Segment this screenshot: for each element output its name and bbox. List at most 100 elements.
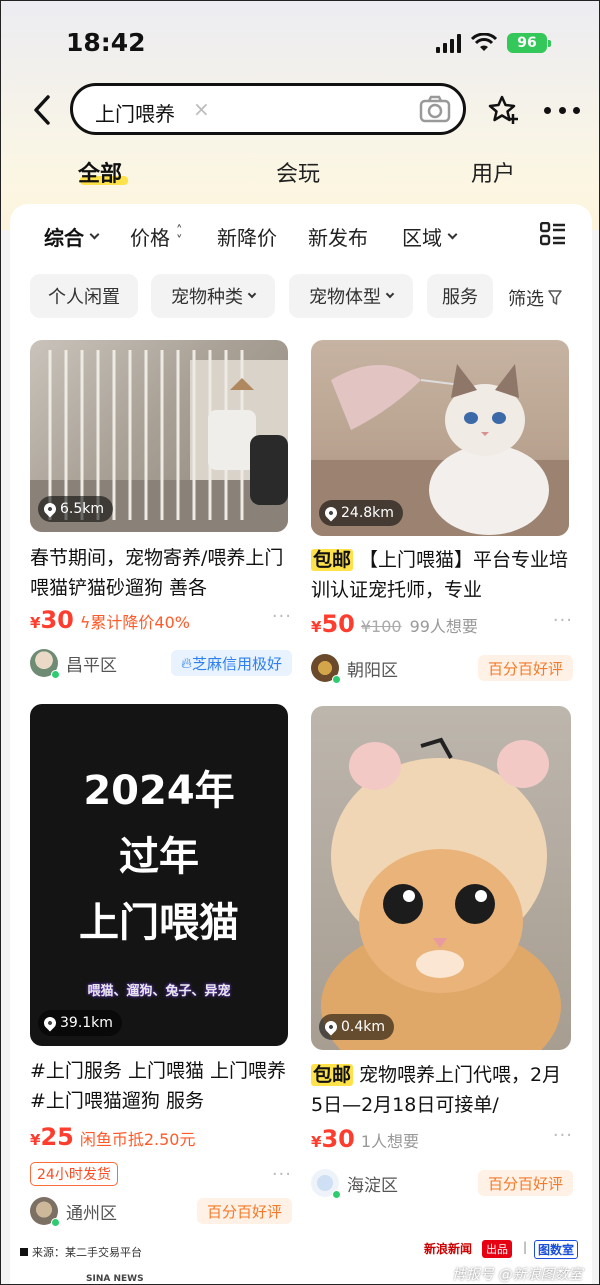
- battery-level: 96: [517, 35, 537, 51]
- favorite-add-icon[interactable]: [488, 94, 520, 126]
- sort-price[interactable]: 价格 ˄ ˅: [130, 222, 183, 251]
- listing-card[interactable]: 0.4km 包邮 宠物喂养上门代喂，2月5日—2月18日可接单/ ¥ 30 1人想…: [311, 706, 573, 1206]
- listing-card[interactable]: 6.5km 春节期间，宠物寄养/喂养上门喂猫铲猫砂遛狗 善各 ¥ 30 ϟ累计降…: [30, 340, 292, 690]
- chip-label: 宠物种类: [171, 287, 243, 308]
- poster-line-1: 2024年: [83, 768, 235, 814]
- more-icon[interactable]: ···: [272, 606, 292, 627]
- filter-button[interactable]: 筛选: [508, 285, 562, 311]
- chevron-down-icon: [247, 289, 257, 299]
- more-icon[interactable]: ···: [272, 1164, 292, 1185]
- price-row: ¥ 50 ¥100 99人想要 ···: [311, 610, 573, 640]
- tab-play[interactable]: 会玩: [276, 156, 320, 188]
- listing-photo: 0.4km: [311, 706, 571, 1050]
- listing-card[interactable]: 2024年 过年 上门喂猫 喂猫、遛狗、兔子、异宠 39.1km #上门服务 上…: [30, 704, 292, 1227]
- price-row: ¥ 30 ϟ累计降价40% ···: [30, 606, 292, 636]
- wifi-icon: [471, 33, 497, 51]
- currency-symbol: ¥: [30, 1131, 41, 1149]
- chip-pet-species[interactable]: 宠物种类: [151, 274, 275, 318]
- sort-region[interactable]: 区域: [402, 222, 458, 251]
- chip-personal-idle[interactable]: 个人闲置: [30, 274, 138, 318]
- listing-card[interactable]: 24.8km 包邮 【上门喂猫】平台专业培训认证宠托师，专业 ¥ 50 ¥100 …: [311, 340, 573, 690]
- more-options-button[interactable]: [544, 100, 580, 120]
- free-shipping-tag: 包邮: [311, 1064, 354, 1086]
- tushushi-logo: 图数室: [534, 1240, 579, 1259]
- sort-label: 综合: [44, 226, 84, 250]
- seller-row: 海淀区 百分百好评: [311, 1168, 573, 1199]
- more-icon[interactable]: ···: [553, 610, 573, 631]
- sort-label: 区域: [402, 226, 442, 250]
- listing-title: 包邮 【上门喂猫】平台专业培训认证宠托师，专业: [311, 545, 573, 605]
- poster-line-3: 上门喂猫: [79, 900, 239, 946]
- want-count: 99人想要: [409, 617, 478, 636]
- distance-value: 6.5km: [60, 501, 105, 517]
- more-icon[interactable]: ···: [553, 1125, 573, 1146]
- distance-badge: 39.1km: [38, 1010, 122, 1036]
- price-row: ¥ 25 闲鱼币抵2.50元: [30, 1123, 292, 1153]
- sina-news-label: SINA NEWS: [86, 1274, 144, 1284]
- camera-icon[interactable]: [419, 95, 451, 123]
- seller-district: 朝阳区: [347, 660, 398, 681]
- price-value: 25: [40, 1123, 74, 1151]
- distance-badge: 6.5km: [38, 496, 114, 522]
- rating-badge: 百分百好评: [477, 1170, 573, 1196]
- credit-badge-label: 芝麻信用极好: [191, 654, 282, 673]
- price-drop-text: ϟ累计降价40%: [80, 609, 190, 633]
- sort-new-posted[interactable]: 新发布: [308, 222, 368, 251]
- filter-label: 筛选: [508, 289, 544, 310]
- location-pin-icon: [41, 500, 59, 518]
- distance-value: 0.4km: [341, 1019, 386, 1035]
- seller-row: 昌平区 🔥︎ 芝麻信用极好: [30, 648, 292, 679]
- listing-title: 春节期间，宠物寄养/喂养上门喂猫铲猫砂遛狗 善各: [30, 547, 284, 599]
- lightning-icon: ϟ: [79, 613, 91, 632]
- status-time: 18:42: [66, 28, 146, 57]
- currency-symbol: ¥: [30, 614, 41, 632]
- signal-icon: [436, 33, 461, 53]
- tab-users[interactable]: 用户: [471, 156, 515, 188]
- location-pin-icon: [322, 1018, 340, 1036]
- chip-pet-size[interactable]: 宠物体型: [289, 274, 413, 318]
- credit-badge: 🔥︎ 芝麻信用极好: [170, 650, 292, 676]
- seller-district: 昌平区: [66, 655, 117, 676]
- search-input[interactable]: 上门喂养 ×: [70, 83, 466, 135]
- tab-all[interactable]: 全部: [78, 156, 122, 188]
- currency-symbol: ¥: [311, 618, 322, 636]
- back-button[interactable]: [28, 92, 56, 128]
- seller-row: 朝阳区 百分百好评: [311, 653, 573, 684]
- location-pin-icon: [322, 504, 340, 522]
- seller-row: 通州区 百分百好评: [30, 1196, 292, 1227]
- online-indicator: [51, 670, 60, 679]
- orange-cat-photo: [321, 737, 561, 1050]
- distance-badge: 0.4km: [319, 1014, 395, 1040]
- online-indicator: [332, 1190, 341, 1199]
- chip-label: 宠物体型: [309, 287, 381, 308]
- sort-new-price-drop[interactable]: 新降价: [217, 222, 277, 251]
- avatar[interactable]: [30, 1197, 60, 1227]
- listing-title: #上门服务 上门喂猫 上门喂养 #上门喂猫遛狗 服务: [30, 1060, 286, 1112]
- chevron-down-icon: [89, 229, 100, 240]
- clear-icon[interactable]: ×: [193, 97, 210, 121]
- flame-icon: 🔥︎: [180, 654, 192, 672]
- price-value: 50: [321, 610, 355, 638]
- chevron-left-icon: [34, 95, 50, 125]
- price-value: 30: [40, 606, 74, 634]
- listing-title: 包邮 宠物喂养上门代喂，2月5日—2月18日可接单/: [311, 1060, 573, 1120]
- distance-value: 24.8km: [341, 505, 394, 521]
- distance-value: 39.1km: [60, 1015, 113, 1031]
- layout-toggle-icon[interactable]: [540, 222, 566, 246]
- listing-photo: 6.5km: [30, 340, 288, 532]
- seller-district: 海淀区: [347, 1175, 398, 1196]
- rating-badge: 百分百好评: [196, 1198, 292, 1224]
- avatar[interactable]: [30, 649, 60, 679]
- chevron-down-icon: [447, 229, 458, 240]
- price-value: 30: [321, 1125, 355, 1153]
- avatar[interactable]: [311, 1169, 341, 1199]
- coin-discount-text: 闲鱼币抵2.50元: [79, 1130, 196, 1149]
- square-bullet-icon: [20, 1248, 28, 1256]
- sort-updown-icon: ˄ ˅: [176, 223, 183, 249]
- online-indicator: [332, 675, 341, 684]
- funnel-icon: [548, 290, 562, 305]
- produced-badge: 出品: [482, 1240, 512, 1258]
- sort-comprehensive[interactable]: 综合: [44, 222, 100, 251]
- chip-service[interactable]: 服务: [427, 274, 493, 318]
- avatar[interactable]: [311, 654, 341, 684]
